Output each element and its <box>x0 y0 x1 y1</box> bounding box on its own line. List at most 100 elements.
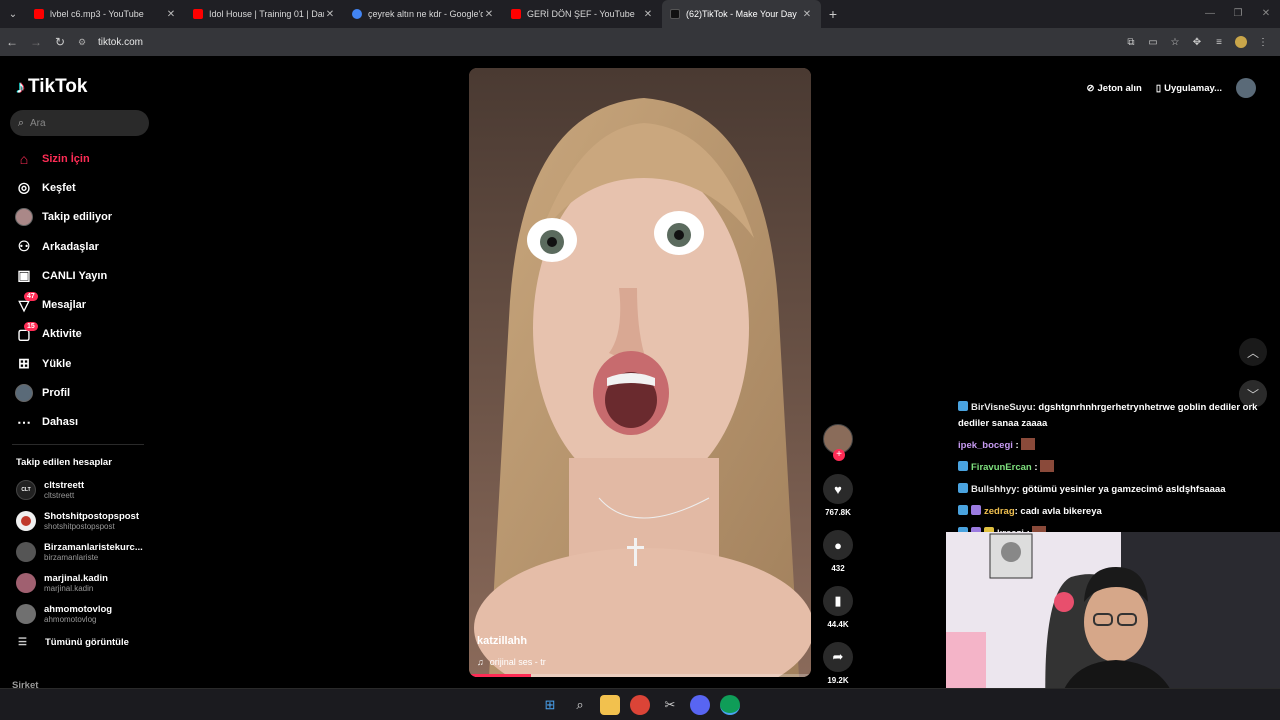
sidebar-item-explore[interactable]: ◎ Keşfet <box>14 173 154 202</box>
browser-tab[interactable]: Idol House | Training 01 | Dans ✕ <box>185 0 344 28</box>
chat-message: BirVisneSuyu: dgshtgnrhnhrgerhetrynhetrw… <box>958 400 1280 432</box>
video-progress-bar[interactable] <box>469 674 811 677</box>
following-account[interactable]: marjinal.kadin marjinal.kadin <box>16 567 156 598</box>
windows-taskbar: ⊞ ⌕ ✂ <box>0 688 1280 720</box>
sidebar-item-label: Mesajlar <box>42 299 87 312</box>
snipping-tool-icon[interactable]: ✂ <box>660 695 680 715</box>
tab-close-icon[interactable]: ✕ <box>642 9 654 20</box>
close-window-icon[interactable]: ✕ <box>1252 0 1280 28</box>
bookmark-star-icon[interactable]: ☆ <box>1164 37 1186 48</box>
chat-text: : götümü yesinler ya gamzecimö asldşhfsa… <box>1016 484 1226 495</box>
sidebar-item-activity[interactable]: ▢ 15 Aktivite <box>14 320 154 349</box>
chat-text: : <box>1031 462 1038 473</box>
account-name: Birzamanlaristekurc... <box>44 541 143 553</box>
back-icon[interactable]: ← <box>0 35 24 49</box>
comment-icon: ● <box>834 537 842 553</box>
search-box[interactable]: ⌕ <box>10 110 149 136</box>
tab-title: lvbel c6.mp3 - YouTube <box>50 9 144 19</box>
minimize-icon[interactable]: — <box>1196 0 1224 28</box>
share-button[interactable]: ➦ <box>823 642 853 672</box>
site-info-icon[interactable]: ⚙ <box>78 37 92 48</box>
extensions-icon[interactable]: ✥ <box>1186 37 1208 48</box>
sidebar-item-label: Profil <box>42 387 71 400</box>
sidebar-item-profile[interactable]: Profil <box>14 378 154 407</box>
reload-icon[interactable]: ↻ <box>48 35 72 49</box>
following-account[interactable]: CLT cltstreett cltstreett <box>16 474 156 505</box>
chat-badge-icon <box>958 461 968 471</box>
music-title: orijinal ses - tr <box>489 657 546 667</box>
address-bar: ← → ↻ ⚙ tiktok.com ⧉ ▭ ☆ ✥ ≡ ⋮ <box>0 28 1280 56</box>
tab-close-icon[interactable]: ✕ <box>801 9 813 20</box>
sidebar-item-friends[interactable]: ⚇ Arkadaşlar <box>14 232 154 261</box>
account-handle: cltstreett <box>44 490 75 500</box>
music-note-icon: ♫ <box>477 657 484 667</box>
following-account[interactable]: Birzamanlaristekurc... birzamanlariste <box>16 536 156 567</box>
chevron-up-icon: ︿ <box>1246 345 1259 360</box>
like-button[interactable]: ♥ <box>823 474 853 504</box>
video-frame <box>469 68 811 677</box>
menu-icon[interactable]: ⋮ <box>1252 37 1274 48</box>
profile-avatar[interactable] <box>1235 36 1247 48</box>
browser-tab[interactable]: çeyrek altın ne kdr - Google'da ✕ <box>344 0 503 28</box>
chrome-icon[interactable] <box>630 694 650 715</box>
windows-start-icon[interactable]: ⊞ <box>540 695 560 715</box>
save-button[interactable]: ▮ <box>823 586 853 616</box>
tab-close-icon[interactable]: ✕ <box>483 9 495 20</box>
sidebar-item-for-you[interactable]: ⌂ Sizin İçin <box>14 144 154 173</box>
profile-avatar[interactable] <box>1236 78 1256 98</box>
sidebar-item-messages[interactable]: ▽ 47 Mesajlar <box>14 290 154 319</box>
file-explorer-icon[interactable] <box>600 694 620 715</box>
browser-tab[interactable]: GERİ DÖN ŞEF - YouTube ✕ <box>503 0 662 28</box>
chrome-active-icon[interactable] <box>720 694 740 715</box>
upload-icon: ⊞ <box>18 355 30 372</box>
tiktok-logo[interactable]: ♪ TikTok <box>16 76 87 98</box>
chat-badge-icon <box>958 505 968 515</box>
discord-icon[interactable] <box>690 694 710 715</box>
new-tab-button[interactable]: + <box>821 6 845 22</box>
search-input[interactable] <box>30 117 140 129</box>
forward-icon[interactable]: → <box>24 35 48 49</box>
following-list: CLT cltstreett cltstreett Shotshitpostops… <box>16 474 156 629</box>
tiktok-note-icon: ♪ <box>16 76 25 97</box>
sidebar-item-label: Aktivite <box>42 328 82 341</box>
following-account[interactable]: ahmomotovlog ahmomotovlog <box>16 598 156 629</box>
sidebar-item-more[interactable]: ⋯ Dahası <box>14 408 154 437</box>
phone-icon: ▯ <box>1155 82 1162 94</box>
action-column: + ♥ 767.8K ● 432 ▮ 44.4K ➦ 19.2K <box>820 424 856 698</box>
sidebar-item-live[interactable]: ▣ CANLI Yayın <box>14 261 154 290</box>
coin-icon: ⊘ <box>1086 82 1095 94</box>
video-music[interactable]: ♫ orijinal ses - tr <box>477 657 546 667</box>
youtube-icon <box>34 9 44 19</box>
creator-avatar[interactable]: + <box>823 424 853 461</box>
live-icon: ▣ <box>17 267 31 284</box>
search-icon[interactable]: ⌕ <box>570 695 590 715</box>
get-app-button[interactable]: ▯ Uygulamay... <box>1156 83 1222 94</box>
maximize-icon[interactable]: ❐ <box>1224 0 1252 28</box>
bookmark-icon: ▮ <box>834 593 842 608</box>
see-all-label: Tümünü görüntüle <box>45 637 129 648</box>
browser-tab[interactable]: lvbel c6.mp3 - YouTube ✕ <box>26 0 185 28</box>
sidebar-item-upload[interactable]: ⊞ Yükle <box>14 349 154 378</box>
tab-title: Idol House | Training 01 | Dans <box>209 9 324 19</box>
sidebar-item-following[interactable]: Takip ediliyor <box>14 203 154 232</box>
chat-user: Bullshhyy <box>971 484 1017 495</box>
cast-icon[interactable]: ▭ <box>1142 37 1164 48</box>
translate-icon[interactable]: ⧉ <box>1120 37 1142 48</box>
tab-search-button[interactable]: ⌄ <box>0 0 26 28</box>
chat-emote <box>1039 460 1054 472</box>
media-control-icon[interactable]: ≡ <box>1208 37 1230 48</box>
account-avatar <box>16 510 36 531</box>
url-field[interactable]: ⚙ tiktok.com <box>78 31 1078 53</box>
see-all-button[interactable]: ☰ Tümünü görüntüle <box>18 637 129 648</box>
tab-close-icon[interactable]: ✕ <box>165 9 177 20</box>
browser-tab-active[interactable]: (62)TikTok - Make Your Day ✕ <box>662 0 821 28</box>
comment-button[interactable]: ● <box>823 530 853 560</box>
following-account[interactable]: Shotshitpostopspost shotshitpostopspost <box>16 505 156 536</box>
video-author[interactable]: katzillahh <box>477 635 527 647</box>
tab-close-icon[interactable]: ✕ <box>324 9 336 20</box>
previous-video-button[interactable]: ︿ <box>1239 338 1267 366</box>
get-coins-button[interactable]: ⊘ Jeton alın <box>1087 83 1142 94</box>
search-icon: ⌕ <box>17 116 25 129</box>
follow-plus-icon[interactable]: + <box>833 449 845 461</box>
video-player[interactable]: katzillahh ♫ orijinal ses - tr <box>469 68 811 677</box>
